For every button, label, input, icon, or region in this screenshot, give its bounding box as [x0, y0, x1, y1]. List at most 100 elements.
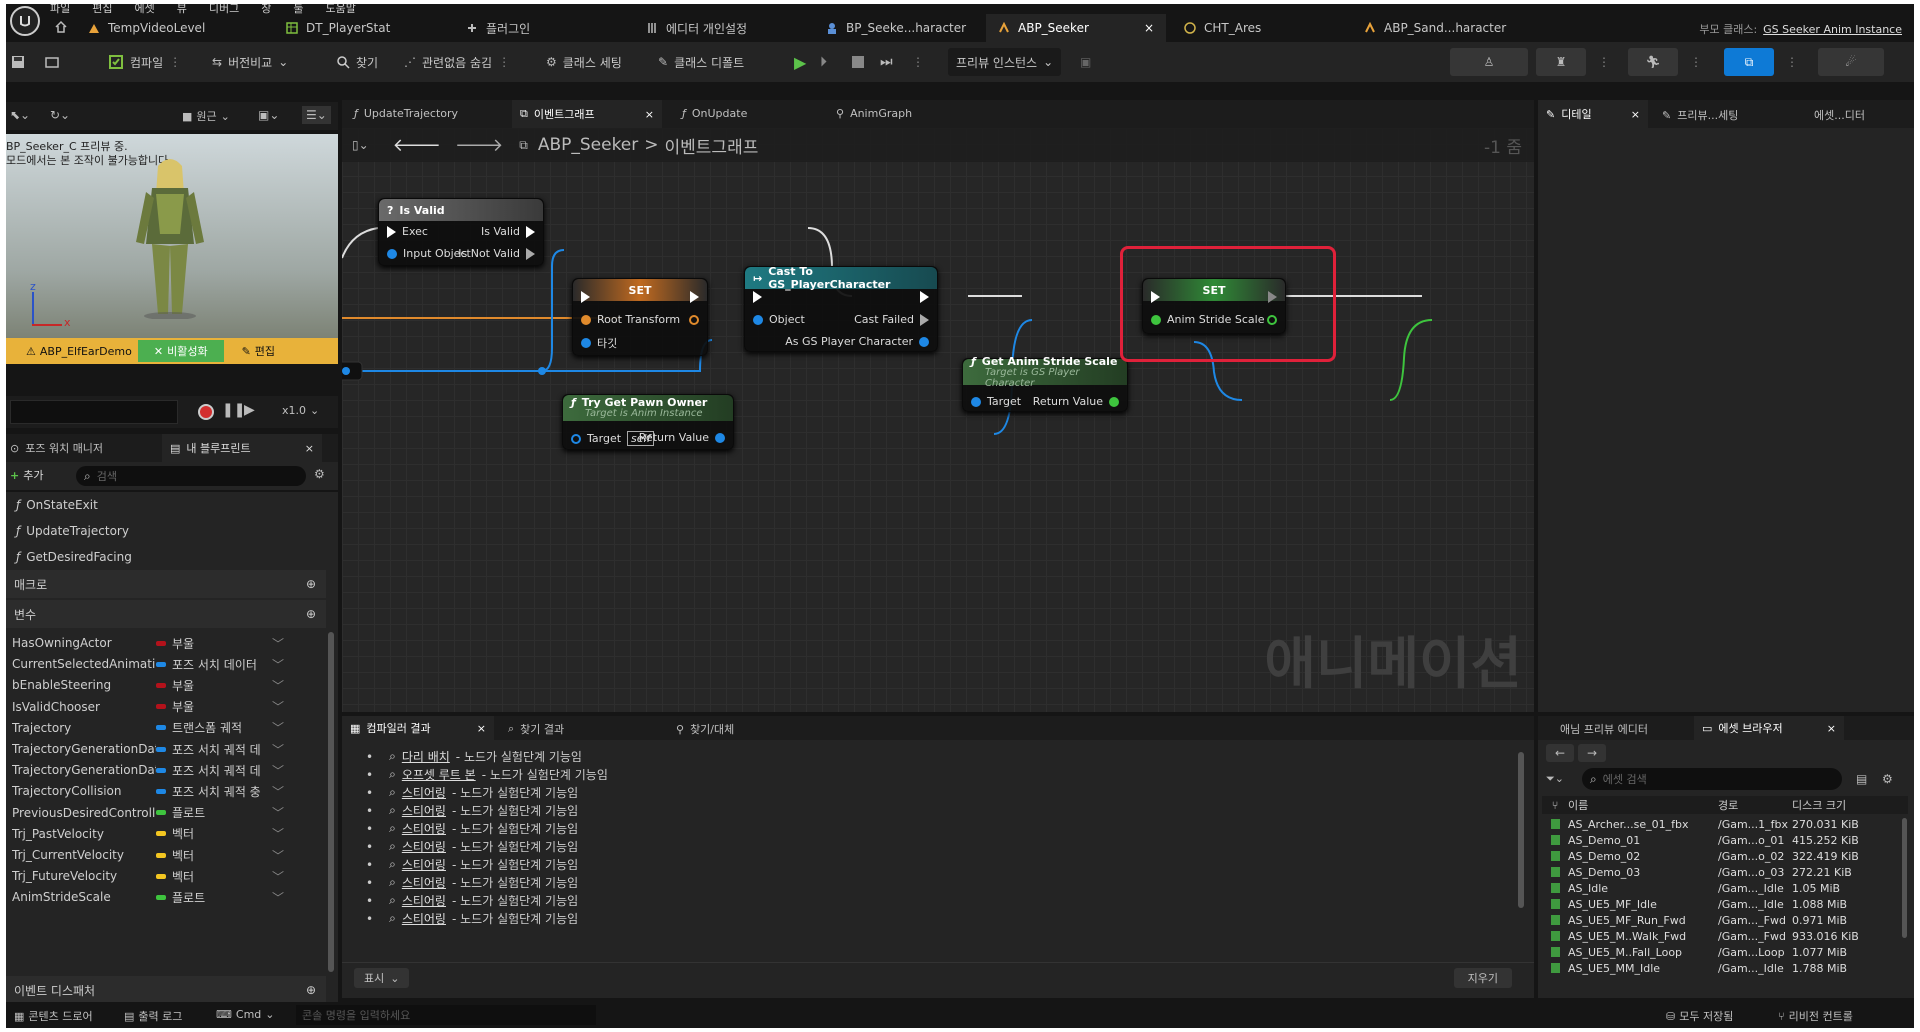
chevron-down-icon[interactable]: ﹀ — [272, 804, 284, 821]
content-drawer-button[interactable]: ▦ 콘텐츠 드로어 — [14, 1008, 93, 1024]
tab-abp-seeker[interactable]: ABP_Seeker × — [986, 14, 1166, 42]
forward-arrow-icon[interactable]: → — [1578, 744, 1606, 762]
chevron-down-icon[interactable]: ﹀ — [272, 889, 284, 906]
play-forward-icon[interactable]: ▶ — [244, 402, 255, 418]
tab-my-blueprint[interactable]: ▤ 내 블루프린트 × — [162, 434, 322, 462]
pin-as-player-character[interactable]: As GS Player Character — [785, 335, 929, 348]
rotate-icon[interactable]: ↻⌄ — [50, 108, 70, 122]
tab-plugins[interactable]: 플러그인 — [454, 14, 542, 42]
node-link[interactable]: 스티어링 — [402, 784, 446, 801]
chevron-down-icon[interactable]: ﹀ — [272, 783, 284, 800]
chevron-down-icon[interactable]: ﹀ — [272, 741, 284, 758]
add-button[interactable]: + 추가 — [10, 467, 43, 483]
playback-speed-dropdown[interactable]: x1.0 ⌄ — [282, 404, 319, 417]
settings-gear-icon[interactable]: ⚙ — [314, 467, 325, 481]
physics-mode-button[interactable]: ☄ — [1818, 48, 1884, 76]
tab-update-trajectory[interactable]: ƒ UpdateTrajectory — [354, 107, 458, 120]
perspective-button[interactable]: ■ 원근 ⌄ — [182, 108, 230, 124]
tab-abp-sand-character[interactable]: ABP_Sand...haracter — [1352, 14, 1518, 42]
tab-close-button[interactable]: × — [1631, 108, 1640, 121]
chevron-down-icon[interactable]: ﹀ — [272, 677, 284, 694]
node-try-get-pawn-owner[interactable]: ƒ Try Get Pawn Owner Target is Anim Instan… — [562, 394, 734, 450]
save-all-button[interactable]: ⛁ 모두 저장됨 — [1666, 1008, 1733, 1024]
asset-row[interactable]: AS_Demo_03/Gam...o_03 272.21 KiB — [1542, 864, 1908, 880]
animation-mode-button[interactable]: 🏃︎ — [1628, 48, 1678, 76]
node-get-anim-stride-scale[interactable]: ƒ Get Anim Stride Scale Target is GS Playe… — [962, 356, 1128, 412]
node-link[interactable]: 오프셋 루트 본 — [402, 766, 476, 783]
node-set-root-transform[interactable]: SET Root Transform 타깃 — [572, 278, 708, 356]
tab-preview-settings[interactable]: ✎ 프리뷰...세팅 — [1662, 107, 1738, 123]
result-item[interactable]: • ⌕ 다리 배치 - 노드가 실험단계 기능임 — [366, 748, 582, 765]
find-button[interactable]: 찾기 — [336, 48, 378, 76]
console-input[interactable]: 콘솔 명령을 입력하세요 — [296, 1005, 596, 1025]
variable-item[interactable]: AnimStrideScale 플로트 ﹀ — [12, 884, 332, 910]
result-item[interactable]: • ⌕ 스티어링 - 노드가 실험단계 기능임 — [366, 892, 578, 909]
preview-viewport[interactable]: BP_Seeker_C 프리뷰 중. 모드에서는 본 조작이 불가능합니다. z… — [6, 134, 338, 364]
skip-icon[interactable]: ⏭ — [880, 48, 893, 76]
asset-row[interactable]: AS_Demo_01/Gam...o_01 415.252 KiB — [1542, 832, 1908, 848]
cmd-dropdown[interactable]: ⌨ Cmd ⌄ — [216, 1008, 275, 1021]
function-item[interactable]: ƒ GetDesiredFacing — [16, 544, 336, 570]
tab-anim-graph[interactable]: ⚲ AnimGraph — [836, 107, 912, 120]
tab-anim-preview-editor[interactable]: 애님 프리뷰 에디터 — [1560, 721, 1648, 737]
animation-options-icon[interactable]: ⋮ — [1690, 48, 1702, 76]
chevron-down-icon[interactable]: ﹀ — [272, 719, 284, 736]
pause-icon[interactable]: ❚❚ — [222, 402, 245, 418]
pin-exec-out[interactable] — [690, 291, 699, 303]
chevron-down-icon[interactable]: ﹀ — [272, 868, 284, 885]
function-item[interactable]: ƒ UpdateTrajectory — [16, 518, 336, 544]
mode-options-icon[interactable]: ⋮ — [1598, 48, 1610, 76]
chevron-down-icon[interactable]: ﹀ — [272, 825, 284, 842]
skeleton-mode-button[interactable]: ♙ — [1450, 48, 1528, 76]
tab-event-graph[interactable]: ⧉ 이벤트그래프 × — [512, 100, 662, 128]
node-link[interactable]: 스티어링 — [402, 910, 446, 927]
tab-pose-watch-manager[interactable]: ⊙ 포즈 워치 매니저 — [10, 440, 103, 456]
chevron-down-icon[interactable]: ﹀ — [272, 847, 284, 864]
record-icon[interactable] — [198, 404, 214, 420]
asset-search-input[interactable]: ⌕ 에셋 검색 — [1582, 768, 1842, 790]
tab-close-button[interactable]: × — [477, 722, 486, 735]
back-arrow-icon[interactable]: ← — [1546, 744, 1574, 762]
tab-asset-editor[interactable]: 에셋...디터 — [1814, 107, 1865, 123]
asset-row[interactable]: AS_Demo_02/Gam...o_02 322.419 KiB — [1542, 848, 1908, 864]
view-mode-icon[interactable]: ▣⌄ — [258, 108, 279, 122]
timeline-field[interactable] — [10, 400, 178, 424]
tab-bp-seeker-character[interactable]: BP_Seeke...haracter — [814, 14, 978, 42]
node-link[interactable]: 스티어링 — [402, 856, 446, 873]
parent-class-link[interactable]: GS Seeker Anim Instance — [1763, 23, 1902, 36]
pin-exec-in[interactable] — [753, 291, 762, 303]
node-is-valid[interactable]: ? Is Valid Exec Is Valid Input Object Is … — [378, 198, 544, 266]
add-macro-icon[interactable]: ⊕ — [306, 577, 316, 591]
browse-icon[interactable] — [44, 48, 60, 76]
edit-button[interactable]: ✎ 편집 — [242, 343, 275, 359]
add-dispatcher-icon[interactable]: ⊕ — [306, 983, 316, 997]
pin-is-not-valid[interactable]: Is Not Valid — [458, 247, 535, 260]
node-link[interactable]: 스티어링 — [402, 874, 446, 891]
asset-row[interactable]: AS_UE5_M..Walk_Fwd/Gam..._Fwd 933.016 KiB — [1542, 928, 1908, 944]
compile-button[interactable]: 컴파일 ⋮ — [108, 48, 181, 76]
add-variable-icon[interactable]: ⊕ — [306, 607, 316, 621]
asset-row[interactable]: AS_UE5_MF_Run_Fwd/Gam..._Fwd 0.971 MiB — [1542, 912, 1908, 928]
asset-row[interactable]: AS_Idle/Gam..._Idle 1.05 MiB — [1542, 880, 1908, 896]
hide-unrelated-button[interactable]: ⋰ 관련없음 숨김 ⋮ — [404, 48, 510, 76]
save-icon[interactable] — [10, 48, 26, 76]
pin-exec-out[interactable] — [920, 291, 929, 303]
play-options-icon[interactable]: ⋮ — [912, 48, 924, 76]
pin-exec[interactable]: Exec — [387, 225, 428, 238]
result-item[interactable]: • ⌕ 스티어링 - 노드가 실험단계 기능임 — [366, 910, 578, 927]
result-item[interactable]: • ⌕ 스티어링 - 노드가 실험단계 기능임 — [366, 874, 578, 891]
pin-return-value[interactable]: Return Value — [639, 431, 725, 444]
tab-asset-browser[interactable]: ▭ 에셋 브라우저 × — [1694, 716, 1844, 740]
function-item[interactable]: ƒ OnStateExit — [16, 492, 336, 518]
tab-on-update[interactable]: ƒ OnUpdate — [682, 107, 747, 120]
scrollbar[interactable] — [328, 632, 334, 972]
tab-close-button[interactable]: × — [305, 442, 314, 455]
tab-tempvideolevel[interactable]: TempVideoLevel — [76, 14, 217, 42]
chevron-down-icon[interactable]: ﹀ — [272, 698, 284, 715]
asset-row[interactable]: AS_UE5_M..Fall_Loop/Gam...Loop 1.077 MiB — [1542, 944, 1908, 960]
tab-find-results[interactable]: ⌕ 찾기 결과 — [508, 721, 564, 737]
output-log-button[interactable]: ▤ 출력 로그 — [124, 1008, 182, 1024]
pin-exec-in[interactable] — [581, 291, 590, 303]
result-item[interactable]: • ⌕ 오프셋 루트 본- 노드가 실험단계 기능임 — [366, 766, 608, 783]
blueprint-mode-button[interactable]: ⧉ — [1724, 48, 1774, 76]
